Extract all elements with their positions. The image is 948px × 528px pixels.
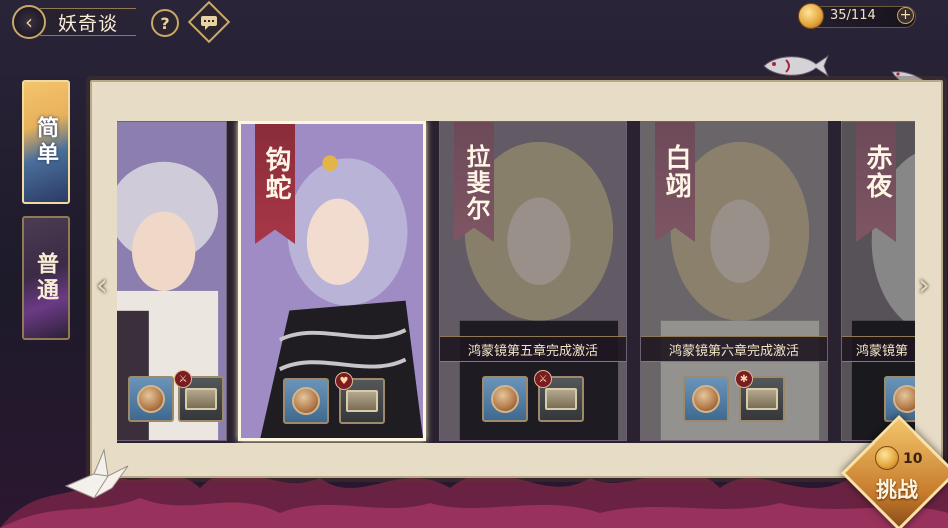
reward-medal[interactable] xyxy=(482,376,528,422)
chat-icon xyxy=(201,16,217,30)
medal-icon xyxy=(491,385,519,413)
lock-strip: 鸿蒙镜第五章完成激活 xyxy=(440,336,626,362)
chevron-left-icon[interactable]: ‹ xyxy=(96,268,108,303)
back-button[interactable]: ‹ xyxy=(12,5,46,39)
character-name: 拉斐尔 xyxy=(462,144,491,222)
coin-icon xyxy=(875,446,899,470)
card-carousel: ⚔ 钩蛇 ♥ 拉斐尔 鸿蒙镜第五章完成激活 ⚔ 白翊 鸿蒙镜第六章完成激活 ✱ … xyxy=(117,121,915,443)
chest-icon xyxy=(185,388,217,410)
help-icon: ? xyxy=(160,13,170,33)
tab-normal-label: 普通 xyxy=(33,252,59,304)
reward-medal[interactable] xyxy=(683,376,729,422)
reward-medal[interactable] xyxy=(283,378,329,424)
plus-icon: + xyxy=(899,7,912,23)
top-bar: ‹ 妖奇谈 ? 35/114 + xyxy=(0,0,948,44)
crane-icon xyxy=(64,448,129,499)
chevron-right-icon[interactable]: › xyxy=(918,268,930,303)
medal-icon xyxy=(692,385,720,413)
reward-chest[interactable]: ♥ xyxy=(335,372,385,424)
tab-easy[interactable]: 简单 xyxy=(22,80,70,204)
challenge-label: 挑战 xyxy=(876,477,918,502)
stamina-value: 35/114 xyxy=(830,8,876,23)
page-title: 妖奇谈 xyxy=(58,13,119,35)
unlock-condition: 鸿蒙镜第六章完成激活 xyxy=(668,343,799,359)
coin-icon xyxy=(798,3,824,29)
unlock-condition: 鸿蒙镜第 xyxy=(856,343,909,359)
medal-icon xyxy=(137,385,165,413)
character-card-bai-yi[interactable]: 白翊 鸿蒙镜第六章完成激活 ✱ xyxy=(640,121,828,441)
reward-chest[interactable]: ✱ xyxy=(735,370,785,422)
help-button[interactable]: ? xyxy=(151,9,179,37)
sword-badge-icon: ⚔ xyxy=(534,370,552,388)
reward-chest[interactable]: ⚔ xyxy=(174,370,224,422)
character-card-chi-ye[interactable]: 赤夜 鸿蒙镜第 xyxy=(841,121,915,441)
reward-chest[interactable]: ⚔ xyxy=(534,370,584,422)
heart-badge-icon: ♥ xyxy=(335,372,353,390)
character-name: 赤夜 xyxy=(862,144,892,200)
back-arrow-icon: ‹ xyxy=(25,10,33,34)
reward-medal[interactable] xyxy=(128,376,174,422)
sword-badge-icon: ⚔ xyxy=(174,370,192,388)
chest-icon xyxy=(545,388,577,410)
character-name: 钩蛇 xyxy=(261,146,291,202)
unlock-condition: 鸿蒙镜第五章完成激活 xyxy=(467,343,598,359)
koi-icon xyxy=(763,54,830,78)
chest-icon xyxy=(346,390,378,412)
lock-strip: 鸿蒙镜第 xyxy=(842,336,915,362)
medal-icon xyxy=(893,385,915,413)
character-card-partial[interactable]: ⚔ xyxy=(117,121,227,441)
character-card-la-fei-er[interactable]: 拉斐尔 鸿蒙镜第五章完成激活 ⚔ xyxy=(439,121,627,441)
sword-badge-icon: ✱ xyxy=(735,370,753,388)
character-name: 白翊 xyxy=(661,144,691,200)
stamina-add-button[interactable]: + xyxy=(897,7,914,24)
tab-easy-label: 简单 xyxy=(33,116,59,168)
challenge-cost: 10 xyxy=(903,451,923,467)
chest-icon xyxy=(746,388,778,410)
character-card-gou-she[interactable]: 钩蛇 ♥ xyxy=(238,121,426,441)
tab-normal[interactable]: 普通 xyxy=(22,216,70,340)
lock-strip: 鸿蒙镜第六章完成激活 xyxy=(641,336,827,362)
medal-icon xyxy=(292,387,320,415)
